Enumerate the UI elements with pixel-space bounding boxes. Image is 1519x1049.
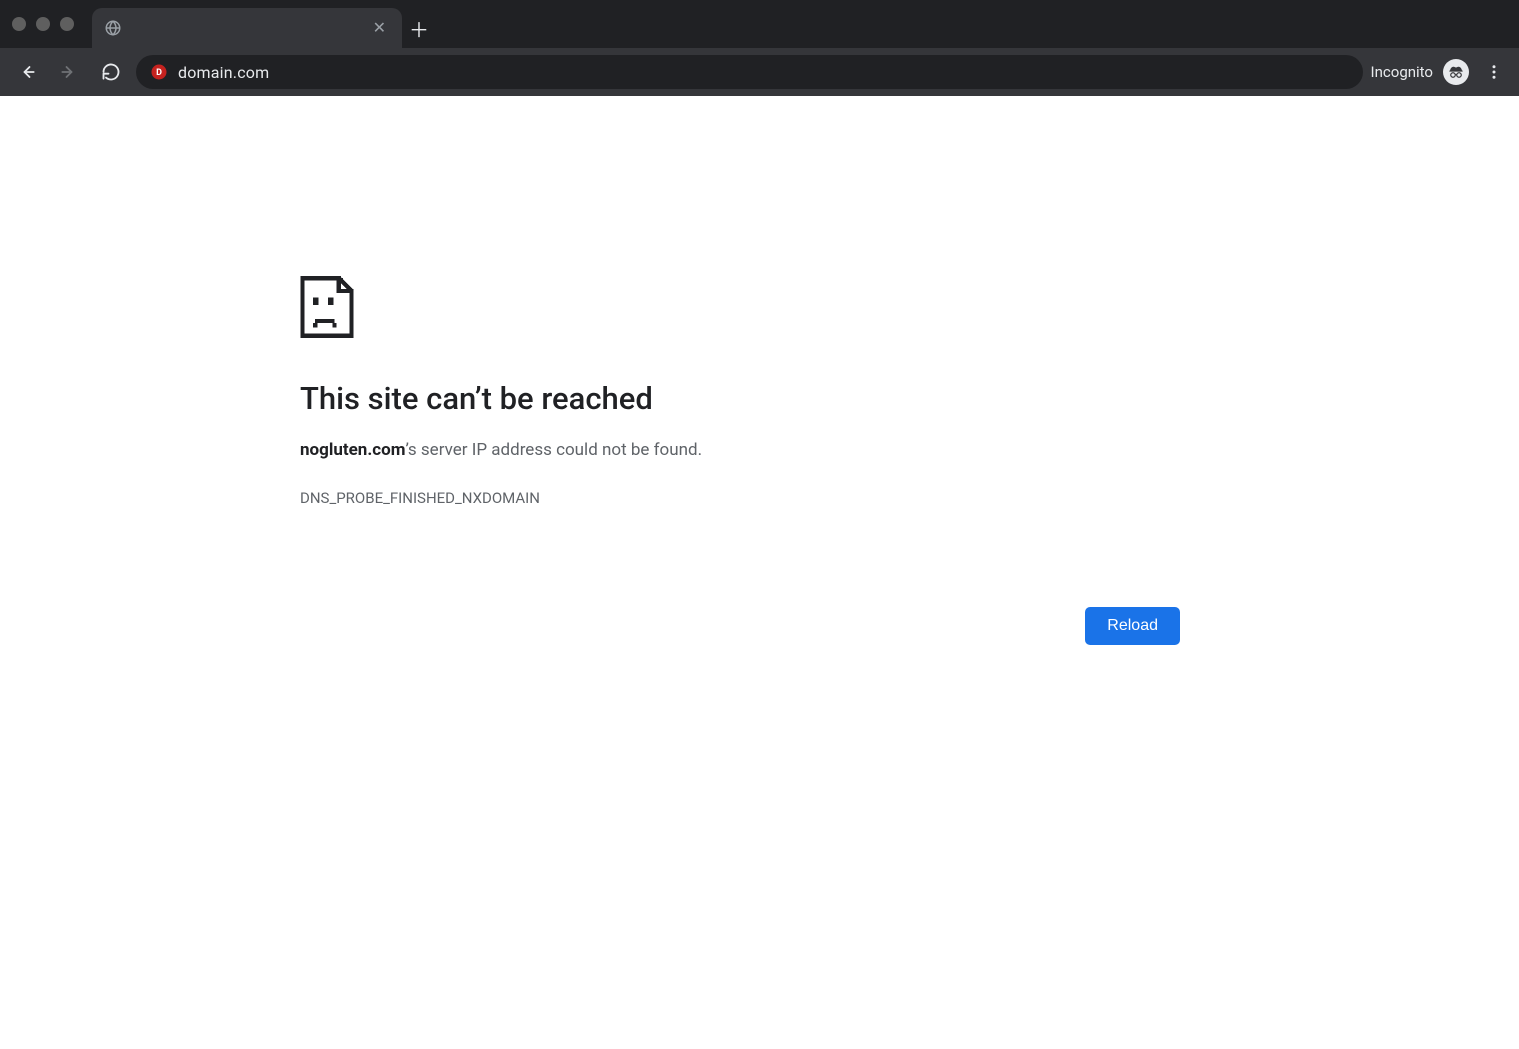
toolbar: D domain.com Incognito — [0, 48, 1519, 96]
tab-close-icon[interactable]: ✕ — [369, 16, 390, 40]
window-controls — [12, 0, 92, 48]
window-zoom-dot[interactable] — [60, 17, 74, 31]
new-tab-button[interactable]: ＋ — [402, 8, 436, 48]
sad-page-icon — [300, 276, 354, 338]
error-message-rest: ’s server IP address could not be found. — [405, 440, 702, 460]
svg-text:D: D — [156, 68, 162, 78]
incognito-icon[interactable] — [1443, 59, 1469, 85]
error-actions: Reload — [300, 607, 1180, 645]
error-heading: This site can’t be reached — [300, 380, 1180, 417]
reload-nav-button[interactable] — [94, 55, 128, 89]
window-close-dot[interactable] — [12, 17, 26, 31]
error-domain: nogluten.com — [300, 440, 405, 460]
url-text[interactable]: domain.com — [178, 63, 1349, 82]
titlebar: ✕ ＋ — [0, 0, 1519, 48]
reload-button[interactable]: Reload — [1085, 607, 1180, 645]
page-viewport: This site can’t be reached nogluten.com’… — [0, 96, 1519, 1049]
menu-button[interactable] — [1479, 57, 1509, 87]
window-minimize-dot[interactable] — [36, 17, 50, 31]
browser-tab[interactable]: ✕ — [92, 8, 402, 48]
globe-icon — [104, 19, 122, 37]
address-bar[interactable]: D domain.com — [136, 55, 1363, 89]
error-code: DNS_PROBE_FINISHED_NXDOMAIN — [300, 489, 1180, 507]
forward-button[interactable] — [52, 55, 86, 89]
error-message: nogluten.com’s server IP address could n… — [300, 439, 1180, 463]
toolbar-right: Incognito — [1371, 57, 1509, 87]
incognito-label: Incognito — [1371, 63, 1433, 81]
error-container: This site can’t be reached nogluten.com’… — [300, 276, 1180, 645]
back-button[interactable] — [10, 55, 44, 89]
site-favicon-icon: D — [150, 63, 168, 81]
browser-window: ✕ ＋ D domain.com Incognito — [0, 0, 1519, 1049]
